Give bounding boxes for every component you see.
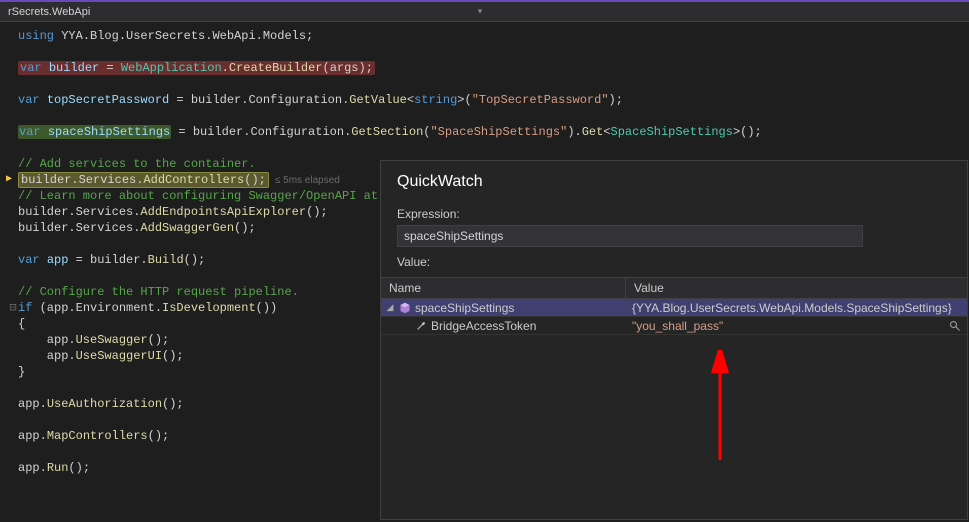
- expression-input[interactable]: [397, 225, 863, 247]
- watch-row[interactable]: ◢ spaceShipSettings {YYA.Blog.UserSecret…: [381, 299, 967, 317]
- value-label: Value:: [381, 247, 967, 273]
- property-icon: [415, 320, 427, 332]
- quickwatch-window[interactable]: QuickWatch Expression: Value: Name Value…: [380, 160, 968, 520]
- file-tab[interactable]: rSecrets.WebApi: [2, 4, 96, 20]
- watch-name: BridgeAccessToken: [431, 319, 536, 333]
- tab-bar: rSecrets.WebApi ▾: [0, 0, 969, 22]
- fold-icon[interactable]: ⊟: [8, 300, 18, 316]
- tab-dropdown[interactable]: ▾: [471, 6, 489, 18]
- watch-table-header: Name Value: [381, 277, 967, 299]
- object-icon: [399, 302, 411, 314]
- watch-value: "you_shall_pass": [626, 318, 967, 334]
- quickwatch-title: QuickWatch: [381, 161, 967, 199]
- breakpoint-arrow-icon: ▶: [6, 172, 12, 188]
- watch-value: {YYA.Blog.UserSecrets.WebApi.Models.Spac…: [626, 300, 967, 316]
- watch-name: spaceShipSettings: [415, 301, 514, 315]
- expression-label: Expression:: [381, 199, 967, 225]
- col-name[interactable]: Name: [381, 278, 626, 298]
- watch-row[interactable]: BridgeAccessToken "you_shall_pass": [381, 317, 967, 335]
- codelens-timing: ≤ 5ms elapsed: [269, 175, 340, 186]
- expand-icon[interactable]: ◢: [385, 302, 395, 313]
- col-value[interactable]: Value: [626, 278, 967, 298]
- visualizer-icon[interactable]: [949, 320, 961, 332]
